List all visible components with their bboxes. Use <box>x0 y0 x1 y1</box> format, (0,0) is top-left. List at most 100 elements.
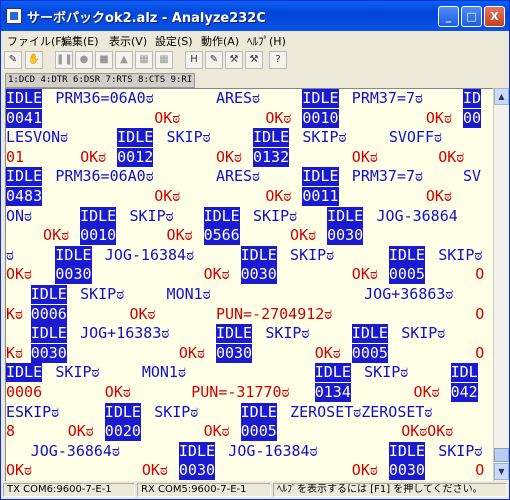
highlighted-token: 0011 <box>302 187 339 206</box>
tx-line: IDLE PRM36=06A0ಠ ARESಠ IDLE PRM37=7ಠ ID <box>6 89 493 108</box>
highlighted-token: 0030 <box>55 265 92 285</box>
log-token: PRM36=06A0ಠ <box>55 89 154 107</box>
log-token: Kಠ <box>6 304 23 323</box>
highlighted-token: IDLE <box>117 128 154 148</box>
log-token: ARESಠ <box>215 167 260 186</box>
highlighted-token: IDLE <box>6 89 43 108</box>
communication-log[interactable]: IDLE PRM36=06A0ಠ ARESಠ IDLE PRM37=7ಠ ID 0041 OK… <box>5 88 493 481</box>
rx-line: 0041 OKಠ OKಠ 0010 OKಠ 00 <box>6 108 493 128</box>
wrench-icon[interactable]: ✎ <box>4 51 22 69</box>
title-bar[interactable]: サーボパックok2.alz - Analyze232C _ □ X <box>1 1 509 31</box>
log-token: OKಠ <box>154 187 181 205</box>
app-icon[interactable] <box>6 8 22 24</box>
log-token: JOG-36864ಠ <box>30 441 120 460</box>
highlighted-token: IDLE <box>253 128 290 148</box>
highlighted-token: 00 <box>462 108 481 128</box>
close-button[interactable]: X <box>484 6 505 27</box>
highlighted-token: IDLE <box>80 206 117 226</box>
highlighted-token: 0005 <box>388 265 425 285</box>
highlighted-token: 0134 <box>314 383 351 402</box>
highlighted-token: IDLE <box>30 324 67 344</box>
scroll-down-icon[interactable]: ▼ <box>494 463 509 480</box>
menu-view[interactable]: 表示(V) <box>109 33 147 49</box>
log-token: Kಠ <box>6 343 23 362</box>
log-token: LESVONಠ <box>6 128 69 147</box>
stop-icon[interactable]: ■ <box>95 51 113 69</box>
highlighted-token: IDLE <box>6 167 43 187</box>
tool-c-icon[interactable]: ⚒ <box>245 51 263 69</box>
record-icon[interactable]: ● <box>75 51 93 69</box>
vertical-scrollbar[interactable]: ▲ ▼ <box>493 88 509 481</box>
rx-line: OKಠ 0030 OKಠ 0030 OKಠ 0005 O <box>6 265 493 285</box>
log-token: SKIPಠ <box>166 128 211 147</box>
highlighted-token: IDLE <box>388 441 425 461</box>
hand-icon[interactable]: ✋ <box>25 51 43 69</box>
grid-icon[interactable]: ▦ <box>135 51 153 69</box>
highlighted-token: 0483 <box>6 187 43 206</box>
highlighted-token: 0010 <box>302 108 339 128</box>
log-token: OKಠ <box>129 304 156 323</box>
highlighted-token: IDLE <box>30 285 67 304</box>
tool-b-icon[interactable]: ⚒ <box>225 51 243 69</box>
log-token: O <box>475 461 485 480</box>
log-token: OKಠ <box>351 265 378 284</box>
app-window: サーボパックok2.alz - Analyze232C _ □ X ファイル(F… <box>0 0 510 500</box>
highlighted-token: IDLE <box>6 363 43 383</box>
log-token: OKಠ <box>265 187 292 205</box>
log-token: PRM37=7ಠ <box>351 167 423 186</box>
tool-a-icon[interactable]: ✎ <box>205 51 223 69</box>
menu-file[interactable]: ファイル(F) <box>7 33 66 49</box>
menu-action[interactable]: 動作(A) <box>201 33 239 49</box>
rx-line: OKಠ OKಠ 0030 OKಠ 0030 O <box>6 461 493 481</box>
log-token: SKIPಠ <box>364 363 409 382</box>
log-token: OKಠ <box>67 422 94 441</box>
log-token: O <box>475 265 485 284</box>
tx-line: ESKIPಠ IDLE SKIPಠ IDLE ZEROSETಠZEROSETಠ <box>6 402 493 422</box>
log-token: SKIPಠ <box>55 363 100 382</box>
up-arrow-icon[interactable]: ▲ <box>115 51 133 69</box>
maximize-button[interactable]: □ <box>461 6 482 27</box>
minimize-button[interactable]: _ <box>438 6 459 27</box>
scroll-thumb[interactable] <box>494 448 509 462</box>
log-token: JOG-36864 <box>376 206 458 225</box>
log-token: JOG+36863ಠ <box>364 285 454 303</box>
log-token: OKಠ <box>351 147 378 166</box>
log-token: OKಠ <box>104 383 131 401</box>
menu-edit[interactable]: 編集(E) <box>61 33 99 49</box>
highlighted-token: IDLE <box>240 402 277 422</box>
pause-icon[interactable]: ❚❚ <box>55 51 73 69</box>
menu-settings[interactable]: 設定(S) <box>155 33 193 49</box>
tx-line: ONಠ IDLE SKIPಠ IDLE SKIPಠ IDLE JOG-36864 <box>6 206 493 226</box>
rx-line: 0006 OKಠ PUN=-31770ಠ 0134 OKಠ 042 <box>6 383 493 402</box>
log-token: OKಠ <box>203 265 230 284</box>
log-token: OKಠ <box>290 226 317 245</box>
menu-help[interactable]: ﾍﾙﾌﾟ(H) <box>247 33 286 49</box>
log-token: SKIPಠ <box>265 324 310 343</box>
log-token: MON1ಠ <box>141 363 186 382</box>
hex-icon[interactable]: H <box>185 51 203 69</box>
highlighted-token: IDLE <box>178 441 216 461</box>
log-token: ONಠ <box>6 206 32 225</box>
highlighted-token: 0005 <box>351 343 388 363</box>
highlighted-token: IDLE <box>302 167 339 187</box>
log-token: SKIPಠ <box>438 245 483 264</box>
log-token: MON1ಠ <box>166 285 211 303</box>
tx-line: IDLE PRM36=06A0ಠ ARESಠ IDLE PRM37=7ಠ SV <box>6 167 493 187</box>
log-token: SKIPಠ <box>401 324 446 343</box>
grid-alt-icon[interactable]: ▦ <box>155 51 173 69</box>
highlighted-token: 0030 <box>215 343 253 363</box>
highlighted-token: IDLE <box>327 206 364 226</box>
highlighted-token: 0566 <box>203 226 240 246</box>
highlighted-token: 0012 <box>117 147 154 167</box>
log-token: OKಠ <box>166 226 193 245</box>
help-pointer-icon[interactable]: ? <box>269 51 287 69</box>
log-token: PRM37=7ಠ <box>351 89 423 107</box>
highlighted-token: 0020 <box>104 422 141 442</box>
status-bar: TX COM6:9600-7-E-1 RX COM5:9600-7-E-1 ﾍﾙ… <box>1 481 509 499</box>
menu-bar: ファイル(F) 編集(E) 表示(V) 設定(S) 動作(A) ﾍﾙﾌﾟ(H) <box>1 31 509 49</box>
log-token: OKಠ <box>141 461 168 480</box>
scroll-up-icon[interactable]: ▲ <box>494 88 509 105</box>
log-token: OKಠ <box>425 187 452 205</box>
rx-line: OKಠ 0010 OKಠ 0566 OKಠ 0030 <box>6 226 493 246</box>
log-token: SKIPಠ <box>253 206 298 225</box>
